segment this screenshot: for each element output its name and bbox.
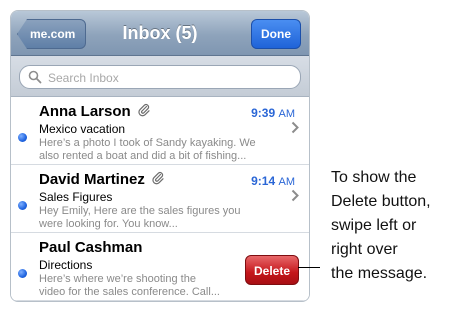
- search-input[interactable]: [46, 67, 290, 89]
- unread-indicator-icon: [18, 201, 27, 210]
- navigation-bar: me.com Inbox (5) Done: [11, 11, 309, 56]
- callout-line: right over: [331, 241, 398, 258]
- iphone-screen: me.com Inbox (5) Done Anna Larson 9:39 A…: [10, 10, 310, 302]
- delete-button[interactable]: Delete: [245, 255, 299, 285]
- callout-line: Delete button,: [331, 193, 431, 210]
- message-subject: Sales Figures: [39, 190, 113, 204]
- back-button[interactable]: me.com: [17, 19, 87, 49]
- sender-name: David Martinez: [39, 171, 145, 188]
- message-row[interactable]: Paul Cashman Directions Here’s where we’…: [11, 233, 309, 301]
- message-list: Anna Larson 9:39 AM Mexico vacation Here…: [11, 97, 309, 301]
- search-bar: [11, 56, 309, 97]
- message-subject: Mexico vacation: [39, 122, 126, 136]
- done-button[interactable]: Done: [251, 19, 301, 49]
- message-row[interactable]: Anna Larson 9:39 AM Mexico vacation Here…: [11, 97, 309, 165]
- callout-line: the message.: [331, 265, 428, 282]
- unread-indicator-icon: [18, 269, 27, 278]
- unread-indicator-icon: [18, 133, 27, 142]
- received-time: 9:39 AM: [251, 106, 295, 120]
- paperclip-icon: [152, 172, 164, 185]
- page-title: Inbox (5): [122, 23, 198, 43]
- message-preview: Here’s a photo I took of Sandy kayaking.…: [39, 137, 256, 162]
- instruction-callout: To show the Delete button, swipe left or…: [331, 166, 455, 286]
- message-preview: Hey Emily, Here are the sales figures yo…: [39, 205, 241, 230]
- callout-line: To show the: [331, 169, 417, 186]
- search-icon: [28, 70, 42, 84]
- message-row[interactable]: David Martinez 9:14 AM Sales Figures Hey…: [11, 165, 309, 233]
- message-subject: Directions: [39, 258, 93, 272]
- sender-name: Paul Cashman: [39, 239, 143, 256]
- search-field[interactable]: [19, 65, 301, 89]
- sender-name: Anna Larson: [39, 103, 131, 120]
- received-time: 9:14 AM: [251, 174, 295, 188]
- message-preview: Here’s where we’re shooting the video fo…: [39, 273, 220, 298]
- chevron-right-icon: [291, 121, 299, 134]
- callout-leader-line: [298, 267, 320, 268]
- callout-line: swipe left or: [331, 217, 417, 234]
- chevron-right-icon: [291, 189, 299, 202]
- paperclip-icon: [138, 104, 150, 117]
